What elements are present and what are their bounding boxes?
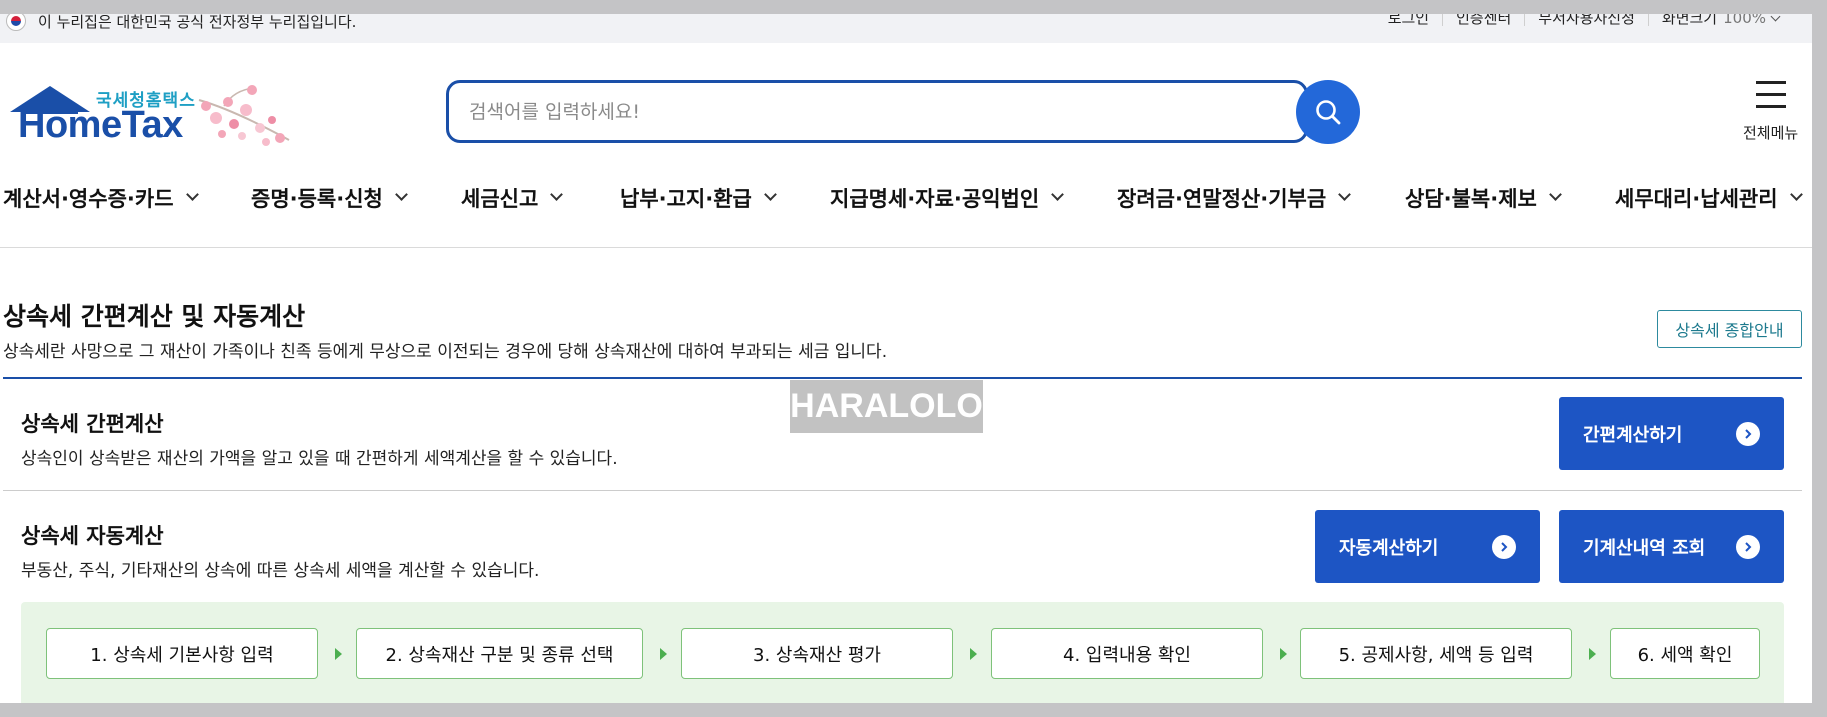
simple-calc-button[interactable]: 간편계산하기 xyxy=(1559,397,1784,470)
nav-label: 납부·고지·환급 xyxy=(620,187,752,211)
chevron-down-icon xyxy=(1051,187,1065,201)
all-menu-label: 전체메뉴 xyxy=(1743,124,1799,142)
search-icon xyxy=(1316,100,1341,125)
nav-item-payment[interactable]: 납부·고지·환급 xyxy=(620,180,777,216)
all-menu-button[interactable]: 전체메뉴 xyxy=(1735,80,1805,144)
search-box xyxy=(446,80,1308,143)
arrow-right-icon xyxy=(1736,535,1760,559)
arrow-right-icon xyxy=(970,648,977,660)
nav-item-agent[interactable]: 세무대리·납세관리 xyxy=(1615,180,1803,216)
watermark: HARALOLO xyxy=(790,380,983,433)
auto-calc-title: 상속세 자동계산 xyxy=(21,524,164,548)
nav-label: 세금신고 xyxy=(461,187,539,211)
simple-calc-title: 상속세 간편계산 xyxy=(21,412,164,436)
chevron-down-icon xyxy=(764,187,777,201)
arrow-right-icon xyxy=(660,648,667,660)
inheritance-tax-guide-button[interactable]: 상속세 종합안내 xyxy=(1657,310,1802,348)
chevron-down-icon xyxy=(185,187,199,201)
nav-label: 세무대리·납세관리 xyxy=(1615,187,1778,211)
logo-title: HomeTax xyxy=(18,104,183,146)
title-divider xyxy=(3,377,1802,379)
arrow-right-icon xyxy=(1280,648,1287,660)
nav-label: 증명·등록·신청 xyxy=(251,187,383,211)
arrow-right-icon xyxy=(335,648,342,660)
page-title: 상속세 간편계산 및 자동계산 xyxy=(3,302,306,331)
step-4: 4. 입력내용 확인 xyxy=(991,628,1263,679)
nav-divider xyxy=(0,247,1812,248)
simple-calc-button-label: 간편계산하기 xyxy=(1583,424,1683,446)
chevron-down-icon xyxy=(1549,187,1562,201)
nav-label: 상담·불복·제보 xyxy=(1405,187,1537,211)
chevron-down-icon xyxy=(550,187,564,201)
auto-calc-button-label: 자동계산하기 xyxy=(1339,537,1439,559)
simple-calc-desc: 상속인이 상속받은 재산의 가액을 알고 있을 때 간편하게 세액계산을 할 수… xyxy=(21,449,618,469)
step-2: 2. 상속재산 구분 및 종류 선택 xyxy=(356,628,643,679)
korea-flag-icon xyxy=(6,11,26,31)
window-frame-bottom xyxy=(0,703,1827,717)
calc-steps-panel: 1. 상속세 기본사항 입력 2. 상속재산 구분 및 종류 선택 3. 상속재… xyxy=(21,602,1784,703)
arrow-right-icon xyxy=(1736,422,1760,446)
nav-item-consult[interactable]: 상담·불복·제보 xyxy=(1405,180,1562,216)
calc-history-button-label: 기계산내역 조회 xyxy=(1583,537,1706,559)
step-3: 3. 상속재산 평가 xyxy=(681,628,953,679)
nav-label: 계산서·영수증·카드 xyxy=(3,187,174,211)
search-input[interactable] xyxy=(469,97,1249,127)
nav-label: 지급명세·자료·공익법인 xyxy=(830,187,1040,211)
hamburger-icon xyxy=(1756,80,1786,108)
chevron-down-icon xyxy=(395,187,408,201)
page: 이 누리집은 대한민국 공식 전자정부 누리집입니다. 로그인 인증센터 부서사… xyxy=(0,0,1812,703)
nav-item-incentive[interactable]: 장려금·연말정산·기부금 xyxy=(1117,180,1352,216)
cherry-blossom-icon xyxy=(198,85,290,146)
step-5: 5. 공제사항, 세액 등 입력 xyxy=(1300,628,1572,679)
calc-history-button[interactable]: 기계산내역 조회 xyxy=(1559,510,1784,583)
nav-item-tax-report[interactable]: 세금신고 xyxy=(461,180,564,216)
search-button[interactable] xyxy=(1296,80,1360,144)
window-frame-right xyxy=(1812,0,1827,717)
nav-item-invoice[interactable]: 계산서·영수증·카드 xyxy=(3,180,199,216)
chevron-down-icon xyxy=(1789,187,1803,201)
main-nav: 계산서·영수증·카드 증명·등록·신청 세금신고 납부·고지·환급 지급명세·자… xyxy=(0,180,1812,216)
nav-item-certificate[interactable]: 증명·등록·신청 xyxy=(251,180,408,216)
chevron-down-icon xyxy=(1338,187,1352,201)
arrow-right-icon xyxy=(1492,535,1516,559)
nav-label: 장려금·연말정산·기부금 xyxy=(1117,187,1327,211)
auto-calc-button[interactable]: 자동계산하기 xyxy=(1315,510,1540,583)
page-description: 상속세란 사망으로 그 재산이 가족이나 친족 등에게 무상으로 이전되는 경우… xyxy=(3,342,888,362)
nav-item-statement[interactable]: 지급명세·자료·공익법인 xyxy=(830,180,1065,216)
window-frame-top xyxy=(0,0,1827,14)
step-6: 6. 세액 확인 xyxy=(1610,628,1760,679)
step-1: 1. 상속세 기본사항 입력 xyxy=(46,628,318,679)
section-divider xyxy=(3,490,1802,491)
auto-calc-desc: 부동산, 주식, 기타재산의 상속에 따른 상속세 세액을 계산할 수 있습니다… xyxy=(21,561,540,581)
arrow-right-icon xyxy=(1589,648,1596,660)
hometax-logo[interactable]: 국세청홈택스 HomeTax xyxy=(4,80,294,150)
